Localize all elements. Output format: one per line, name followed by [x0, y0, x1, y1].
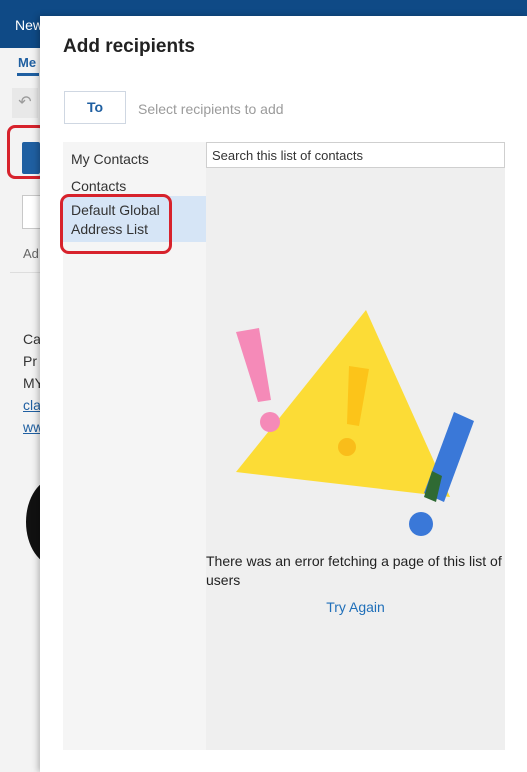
signature-line-2: Pr: [23, 353, 37, 369]
dialog-title: Add recipients: [63, 36, 195, 57]
recipient-input[interactable]: [136, 97, 500, 121]
to-button[interactable]: To: [64, 91, 126, 124]
warning-triangle-shape: [236, 310, 450, 497]
add-recipients-dialog: Add recipients To My Contacts Contacts D…: [40, 16, 527, 772]
sidebar-item-my-contacts[interactable]: My Contacts: [63, 146, 206, 173]
contacts-list-pane: There was an error fetching a page of th…: [206, 142, 505, 750]
app-window-title: New: [15, 17, 44, 33]
divider: [10, 272, 40, 273]
inner-exclamation-dot: [338, 438, 356, 456]
undo-icon[interactable]: ↶: [12, 88, 38, 118]
ribbon-tab-message[interactable]: Me: [18, 55, 36, 70]
try-again-link[interactable]: Try Again: [206, 599, 505, 615]
signature-line-1: Ca: [23, 331, 41, 347]
signature-link-1[interactable]: cla: [23, 397, 41, 413]
pink-exclamation-bar: [236, 328, 271, 402]
pink-exclamation-dot: [260, 412, 280, 432]
blue-exclamation-dot: [409, 512, 433, 536]
ribbon-tab-underline: [17, 73, 39, 76]
warning-triangle-icon: [236, 310, 474, 536]
annotation-highlight-gal: [60, 194, 172, 254]
sidebar-item-label: Contacts: [71, 178, 127, 194]
add-subject-text: Ad: [23, 246, 39, 261]
cc-field-box[interactable]: [22, 195, 42, 229]
sidebar-item-label: My Contacts: [71, 151, 149, 167]
contacts-search-input[interactable]: [206, 142, 505, 168]
error-message: There was an error fetching a page of th…: [206, 553, 502, 588]
